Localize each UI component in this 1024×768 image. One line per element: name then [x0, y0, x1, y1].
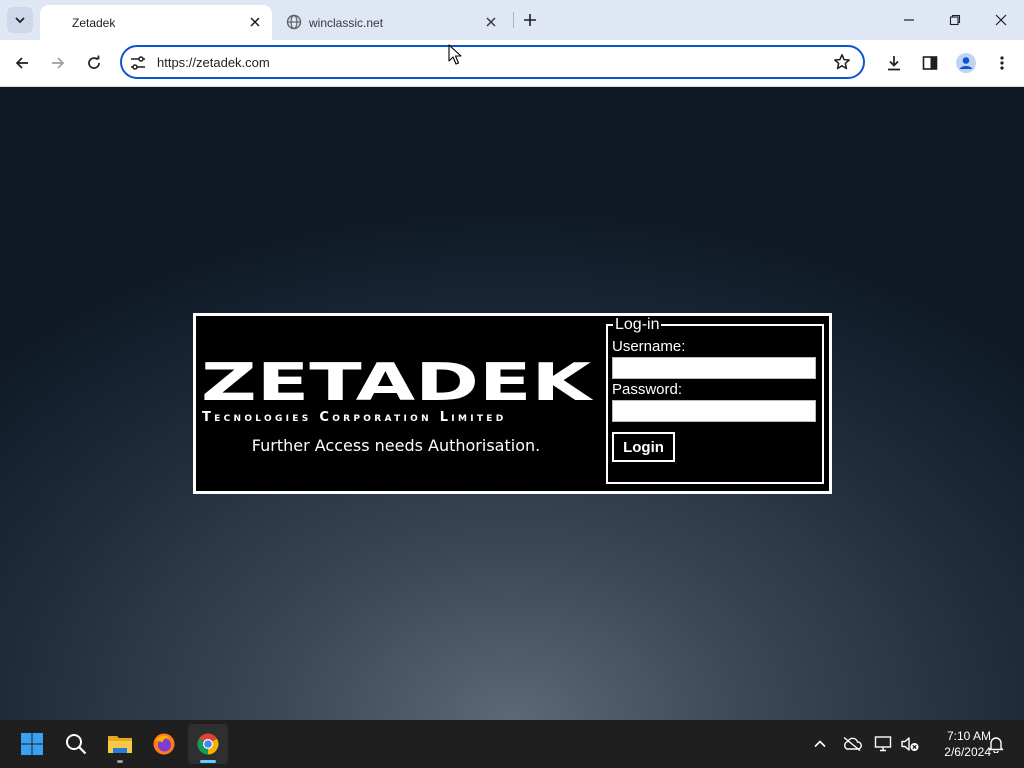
zetadek-logo: ZETADEK — [201, 358, 593, 402]
start-button[interactable] — [12, 724, 52, 764]
firefox-icon — [153, 733, 175, 755]
site-settings-icon[interactable] — [129, 54, 147, 72]
restore-icon — [949, 14, 961, 26]
start-icon — [21, 733, 43, 755]
downloads-button[interactable] — [880, 49, 908, 77]
clock-time: 7:10 AM — [946, 729, 991, 743]
logo-text: ZETADEK — [201, 358, 593, 402]
arrow-right-icon — [52, 57, 65, 69]
password-input[interactable] — [612, 400, 816, 422]
download-icon — [888, 56, 900, 71]
notifications-button[interactable] — [984, 732, 1008, 756]
mouse-pointer-icon — [448, 44, 462, 65]
close-tab-button[interactable] — [482, 13, 500, 31]
login-legend: Log-in — [613, 316, 662, 334]
close-window-button[interactable] — [978, 0, 1024, 40]
password-label: Password: — [612, 381, 683, 398]
forward-button[interactable] — [44, 49, 72, 77]
plus-icon — [524, 14, 536, 26]
username-input[interactable] — [612, 357, 816, 379]
menu-button[interactable] — [988, 49, 1016, 77]
globe-icon — [286, 14, 302, 30]
restore-button[interactable] — [932, 0, 978, 40]
network-tray[interactable] — [872, 732, 896, 756]
chrome-icon — [197, 733, 219, 755]
close-icon — [995, 14, 1007, 26]
chevron-down-icon — [15, 17, 25, 24]
more-vertical-icon — [1000, 56, 1004, 70]
clock-date: 2/6/2024 — [944, 745, 991, 759]
system-clock[interactable]: 7:10 AM 2/6/2024 — [925, 728, 991, 760]
reload-icon — [88, 55, 100, 69]
taskbar-firefox[interactable] — [144, 724, 184, 764]
tab-title: winclassic.net — [309, 15, 384, 30]
running-indicator — [117, 760, 123, 763]
page-viewport: ZETADEK Tecnologies Corporation Limited … — [0, 87, 1024, 720]
search-icon — [66, 734, 87, 755]
arrow-left-icon — [15, 57, 28, 69]
close-icon — [486, 17, 496, 27]
tab-title: Zetadek — [72, 15, 116, 30]
access-note: Further Access needs Authorisation. — [251, 436, 541, 455]
close-icon — [250, 17, 260, 27]
username-label: Username: — [612, 338, 686, 355]
side-panel-icon — [922, 56, 938, 70]
login-fieldset: Log-in Username: Password: Login — [606, 316, 824, 484]
tab-strip: Zetadek winclassic.net — [0, 0, 1024, 40]
address-bar[interactable]: https://zetadek.com — [120, 45, 865, 79]
taskbar-file-explorer[interactable] — [100, 724, 140, 764]
cloud-offline-icon — [843, 736, 862, 752]
taskbar-chrome[interactable] — [188, 724, 228, 764]
profile-button[interactable] — [952, 49, 980, 77]
reload-button[interactable] — [80, 49, 108, 77]
url-text: https://zetadek.com — [157, 55, 270, 70]
minimize-button[interactable] — [886, 0, 932, 40]
tagline: Tecnologies Corporation Limited — [202, 410, 507, 425]
bell-icon — [988, 737, 1004, 753]
active-indicator — [200, 760, 216, 763]
taskbar: 7:10 AM 2/6/2024 — [0, 720, 1024, 768]
minimize-icon — [904, 19, 914, 21]
login-button[interactable]: Login — [612, 432, 675, 462]
bookmark-star-icon[interactable] — [833, 53, 851, 71]
show-hidden-icons-button[interactable] — [808, 732, 832, 756]
network-icon — [874, 736, 892, 752]
onedrive-tray[interactable] — [840, 732, 864, 756]
close-tab-button[interactable] — [246, 13, 264, 31]
taskbar-search-button[interactable] — [56, 724, 96, 764]
tab-separator — [513, 12, 514, 28]
file-explorer-icon — [108, 736, 132, 753]
volume-muted-icon — [901, 737, 919, 751]
back-button[interactable] — [8, 49, 36, 77]
tab-search-button[interactable] — [7, 7, 33, 33]
tab-winclassic[interactable]: winclassic.net — [278, 5, 508, 40]
tab-zetadek[interactable]: Zetadek — [40, 5, 272, 40]
chevron-up-icon — [814, 740, 826, 748]
login-panel: ZETADEK Tecnologies Corporation Limited … — [193, 313, 832, 494]
volume-tray[interactable] — [898, 732, 922, 756]
profile-avatar-icon — [956, 53, 976, 73]
new-tab-button[interactable] — [519, 9, 541, 31]
side-panel-button[interactable] — [916, 49, 944, 77]
browser-toolbar: https://zetadek.com — [0, 40, 1024, 87]
